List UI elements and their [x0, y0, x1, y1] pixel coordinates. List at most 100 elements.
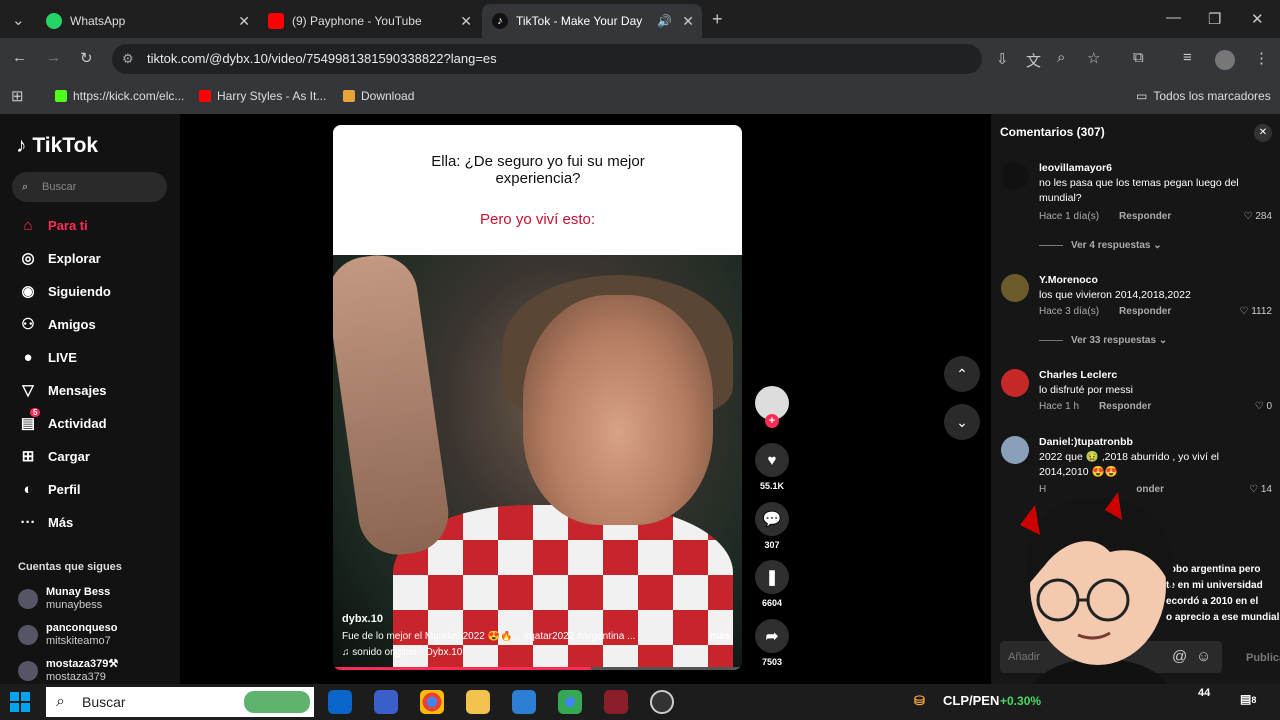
more-link[interactable]: más	[710, 631, 730, 642]
comment-icon: 💬	[755, 502, 789, 536]
close-icon[interactable]: ✕	[682, 13, 694, 30]
restore-icon[interactable]: ❐	[1208, 10, 1221, 28]
comment-like[interactable]: ♡ 0	[1255, 401, 1272, 412]
menu-mas[interactable]: ··· Más	[18, 511, 74, 533]
comment-item: Daniel:)tupatronbb 2022 que 🤢 ,2018 abur…	[1001, 436, 1272, 496]
window-close-icon[interactable]: ✕	[1251, 10, 1264, 28]
chrome-profile-icon[interactable]	[558, 690, 582, 714]
video-author[interactable]: dybx.10	[342, 613, 702, 625]
comment-item: Charles Leclerc lo disfruté por messi Ha…	[1001, 369, 1272, 419]
tiktok-sidebar: ♪ TikTok ⌕ Buscar ⌂ Para ti ◎ Explorar ◉ Si…	[0, 114, 180, 684]
tab-search-icon[interactable]: ⌄	[12, 11, 25, 29]
author-avatar[interactable]: +	[752, 386, 792, 428]
site-info-icon[interactable]: ⚙	[122, 44, 134, 74]
avatar[interactable]	[1001, 436, 1029, 464]
comment-user[interactable]: Charles Leclerc	[1039, 369, 1117, 381]
comment-like[interactable]: ♡ 14	[1249, 484, 1272, 495]
menu-label: Actividad	[48, 415, 107, 431]
like-button[interactable]: ♥ 55.1K	[752, 443, 792, 491]
reload-icon[interactable]: ↻	[80, 49, 93, 67]
video-player[interactable]: Ella: ¿De seguro yo fui su mejor experie…	[333, 125, 742, 670]
close-comments-button[interactable]: ✕	[1254, 124, 1272, 142]
comment-time: Hace 1 h	[1039, 401, 1080, 412]
media-control-icon[interactable]: ≡	[1183, 49, 1192, 66]
comment-user[interactable]: Daniel:)tupatronbb	[1039, 436, 1133, 448]
follow-item[interactable]: panconqueso mitskiteamo7	[18, 622, 118, 648]
all-bookmarks[interactable]: ▭ Todos los marcadores	[1136, 89, 1271, 103]
search-placeholder: Buscar	[42, 181, 77, 193]
menu-amigos[interactable]: ⚇ Amigos	[18, 313, 95, 335]
reply-button[interactable]: Responder	[1119, 211, 1171, 222]
menu-cargar[interactable]: ⊞ Cargar	[18, 445, 90, 467]
close-icon[interactable]: ✕	[238, 13, 250, 30]
tiktok-logo[interactable]: ♪ TikTok	[16, 134, 98, 158]
search-input[interactable]: ⌕ Buscar	[12, 172, 167, 202]
menu-para-ti[interactable]: ⌂ Para ti	[18, 214, 87, 236]
video-sound[interactable]: sonido original - Dybx.10	[352, 647, 462, 658]
tab-tiktok[interactable]: ♪ TikTok - Make Your Day 🔊 ✕	[482, 4, 702, 38]
youtube-icon	[199, 90, 211, 102]
view-replies[interactable]: Ver 4 respuestas ⌄	[1039, 240, 1162, 251]
close-icon[interactable]: ✕	[460, 13, 472, 30]
comment-meta: Hace 1 h Responder	[1039, 401, 1151, 412]
currency-pair[interactable]: CLP/PEN	[943, 693, 999, 708]
avatar[interactable]	[1001, 369, 1029, 397]
apps-icon[interactable]: ⊞	[11, 87, 24, 105]
view-replies[interactable]: Ver 33 respuestas ⌄	[1039, 335, 1167, 346]
menu-siguiendo[interactable]: ◉ Siguiendo	[18, 280, 110, 302]
translate-icon[interactable]: 文	[1026, 50, 1041, 71]
taskbar-search-input[interactable]: ⌕ Buscar	[46, 687, 314, 717]
previous-video-button[interactable]: ⌃	[944, 356, 980, 392]
comment-user[interactable]: leovillamayor6	[1039, 162, 1112, 174]
trophy-app-icon[interactable]	[374, 690, 398, 714]
comment-like[interactable]: ♡ 1112	[1239, 306, 1272, 317]
menu-perfil[interactable]: ◐ Perfil	[18, 478, 80, 500]
file-explorer-icon[interactable]	[466, 690, 490, 714]
comment-like[interactable]: ♡ 284	[1244, 211, 1272, 222]
tab-youtube[interactable]: (9) Payphone - YouTube ✕	[258, 4, 480, 38]
windows-start-icon[interactable]	[10, 692, 30, 712]
follow-item[interactable]: mostaza379⚒ mostaza379	[18, 658, 118, 684]
star-icon[interactable]: ☆	[1087, 49, 1100, 67]
obs-icon[interactable]	[650, 690, 674, 714]
video-progress[interactable]	[333, 667, 742, 670]
speaker-icon[interactable]: 🔊	[657, 14, 672, 28]
youtube-icon	[268, 13, 284, 29]
share-button[interactable]: ➦ 7503	[752, 619, 792, 667]
bookmark-download[interactable]: Download	[343, 89, 414, 103]
chrome-icon[interactable]	[420, 690, 444, 714]
menu-mensajes[interactable]: ▽ Mensajes	[18, 379, 106, 401]
post-button[interactable]: Publicar	[1246, 652, 1280, 664]
menu-live[interactable]: ● LIVE	[18, 346, 76, 368]
extensions-icon[interactable]: ⧉	[1133, 49, 1144, 66]
url-field[interactable]: ⚙ tiktok.com/@dybx.10/video/754998138159…	[112, 44, 982, 74]
outlook-icon[interactable]	[328, 690, 352, 714]
comment-button[interactable]: 💬 307	[752, 502, 792, 550]
bookmark-harry-styles[interactable]: Harry Styles - As It...	[199, 89, 326, 103]
menu-explorar[interactable]: ◎ Explorar	[18, 247, 100, 269]
menu-icon[interactable]: ⋮	[1254, 49, 1269, 67]
menu-actividad[interactable]: ▤ Actividad 5	[18, 408, 107, 434]
new-tab-icon[interactable]: +	[712, 9, 723, 30]
valorant-icon[interactable]	[604, 690, 628, 714]
save-button[interactable]: ❚ 6604	[752, 560, 792, 608]
back-icon[interactable]: ←	[12, 49, 27, 66]
comment-user[interactable]: Y.Morenoco	[1039, 274, 1098, 286]
avatar[interactable]	[1001, 274, 1029, 302]
reply-button[interactable]: Responder	[1119, 306, 1171, 317]
store-icon[interactable]	[512, 690, 536, 714]
follow-plus-icon[interactable]: +	[765, 414, 779, 428]
zoom-icon[interactable]: ⌕	[1057, 49, 1065, 66]
clock[interactable]: 44	[1198, 687, 1210, 699]
install-icon[interactable]: ⇩	[996, 50, 1009, 68]
follow-item[interactable]: Munay Bess munaybess	[18, 586, 110, 612]
tab-whatsapp[interactable]: WhatsApp ✕	[36, 4, 258, 38]
avatar[interactable]	[1001, 162, 1029, 190]
reply-button[interactable]: Responder	[1099, 401, 1151, 412]
next-video-button[interactable]: ⌄	[944, 404, 980, 440]
notification-icon[interactable]: ▤8	[1240, 692, 1256, 706]
bookmark-kick[interactable]: https://kick.com/elc...	[55, 89, 184, 103]
profile-avatar[interactable]	[1215, 50, 1235, 70]
forward-icon[interactable]: →	[46, 49, 61, 66]
minimize-icon[interactable]: —	[1166, 9, 1181, 26]
